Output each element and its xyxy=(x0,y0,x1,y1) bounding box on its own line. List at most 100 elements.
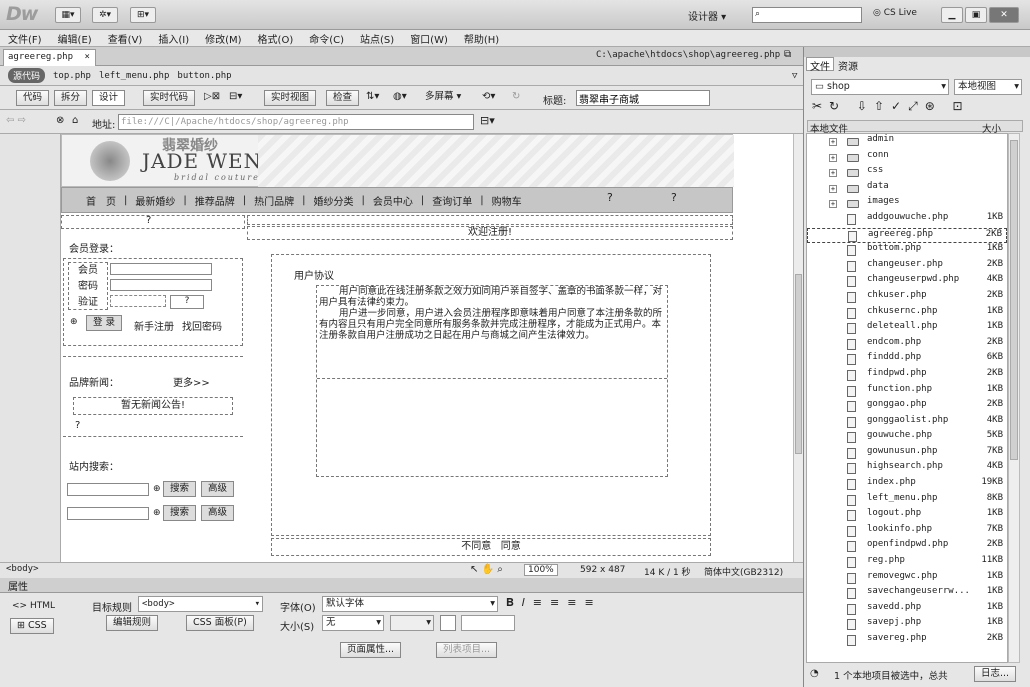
font-select[interactable]: 默认字体 ▾ xyxy=(322,596,498,612)
expand-icon[interactable]: + xyxy=(829,169,837,178)
nav-item[interactable]: 最新婚纱 xyxy=(135,193,175,208)
advanced-button-2[interactable]: 高级 xyxy=(201,505,235,521)
edit-rule-button[interactable]: 编辑规则 xyxy=(106,615,159,631)
file-row[interactable]: chkuser.php 2KB xyxy=(807,290,1007,306)
size-select[interactable]: 无 ▾ xyxy=(322,615,384,631)
minimize-button[interactable]: ▁ xyxy=(941,7,963,23)
file-row[interactable]: lookinfo.php 7KB xyxy=(807,524,1007,540)
more-link[interactable]: 更多>> xyxy=(173,374,210,389)
menu-item[interactable]: 修改(M) xyxy=(205,31,241,46)
related-file[interactable]: left_menu.php xyxy=(99,71,169,81)
file-row[interactable]: + data xyxy=(807,181,1007,197)
disagree-button[interactable]: 不同意 xyxy=(461,541,491,552)
html-tab[interactable]: <> HTML xyxy=(12,601,55,611)
title-input[interactable] xyxy=(576,90,710,106)
file-row[interactable]: + admin xyxy=(807,134,1007,150)
file-row[interactable]: savereg.php 2KB xyxy=(807,633,1007,649)
file-scrollbar[interactable] xyxy=(1008,133,1020,663)
menu-item[interactable]: 站点(S) xyxy=(360,31,394,46)
refresh-icon[interactable]: ↻ xyxy=(512,91,520,102)
file-row[interactable]: gonggao.php 2KB xyxy=(807,399,1007,415)
color-input[interactable] xyxy=(461,615,515,631)
member-input[interactable] xyxy=(110,263,212,275)
log-button[interactable]: 日志... xyxy=(974,666,1017,682)
advanced-button-1[interactable]: 高级 xyxy=(201,481,235,497)
live-view-button[interactable]: 实时视图 xyxy=(264,90,317,106)
maximize-button[interactable]: ▣ xyxy=(965,7,987,23)
code-view-button[interactable]: 代码 xyxy=(16,90,50,106)
expand-icon[interactable]: + xyxy=(829,200,837,209)
design-view-button[interactable]: 设计 xyxy=(92,90,126,106)
menu-item[interactable]: 编辑(E) xyxy=(58,31,92,46)
file-row[interactable]: gouwuche.php 5KB xyxy=(807,430,1007,446)
file-row[interactable]: openfindpwd.php 2KB xyxy=(807,539,1007,555)
file-row[interactable]: index.php 19KB xyxy=(807,477,1007,493)
login-button[interactable]: 登 录 xyxy=(86,315,123,331)
back-icon[interactable]: ⇦ ⇨ xyxy=(6,115,26,126)
menu-item[interactable]: 格式(O) xyxy=(258,31,294,46)
search-input-1[interactable] xyxy=(67,483,149,496)
agree-button[interactable]: 同意 xyxy=(501,541,521,552)
address-input[interactable] xyxy=(118,114,474,130)
inspect-icon[interactable]: ▷⊠ xyxy=(204,91,220,102)
verify-input[interactable] xyxy=(110,295,166,307)
browser-check-icon[interactable]: ⟲▾ xyxy=(482,91,495,102)
menu-item[interactable]: 插入(I) xyxy=(158,31,189,46)
file-row[interactable]: bottom.php 1KB xyxy=(807,243,1007,259)
workspace-switcher[interactable]: 设计器 ▾ xyxy=(688,8,726,23)
menu-item[interactable]: 窗口(W) xyxy=(410,31,448,46)
select-tool-icon[interactable]: ↖ ✋ ⌕ xyxy=(470,564,503,575)
cs-live-button[interactable]: ◎ CS Live xyxy=(873,8,917,18)
layout-icon[interactable]: ▦▾ xyxy=(55,7,81,23)
search-input[interactable]: ⌕ xyxy=(752,7,862,23)
expand-icon[interactable]: + xyxy=(829,184,837,193)
eye-icon[interactable]: ⊟▾ xyxy=(229,91,242,102)
register-link[interactable]: 新手注册 xyxy=(134,318,174,333)
search-button-2[interactable]: 搜索 xyxy=(163,505,197,521)
list-item-button[interactable]: 列表项目... xyxy=(436,642,498,658)
file-row[interactable]: deleteall.php 1KB xyxy=(807,321,1007,337)
related-file[interactable]: button.php xyxy=(177,71,231,81)
file-row[interactable]: chkusernc.php 1KB xyxy=(807,306,1007,322)
tag-selector[interactable]: <body> xyxy=(6,564,39,574)
file-row[interactable]: endcom.php 2KB xyxy=(807,337,1007,353)
file-mgmt-icon[interactable]: ⇅▾ xyxy=(366,91,379,102)
search-input-2[interactable] xyxy=(67,507,149,520)
nav-item[interactable]: 婚纱分类 xyxy=(314,193,354,208)
file-row[interactable]: reg.php 11KB xyxy=(807,555,1007,571)
assets-tab[interactable]: 资源 xyxy=(838,58,858,73)
size-unit-select[interactable]: ▾ xyxy=(390,615,434,631)
multiscreen-button[interactable]: 多屏幕 ▾ xyxy=(419,90,467,106)
gear-icon[interactable]: ✲▾ xyxy=(92,7,118,23)
color-picker[interactable] xyxy=(440,615,456,631)
search-button-1[interactable]: 搜索 xyxy=(163,481,197,497)
file-row[interactable]: function.php 1KB xyxy=(807,384,1007,400)
target-rule-select[interactable]: <body> ▾ xyxy=(138,596,263,612)
document-tab[interactable]: agreereg.php × xyxy=(3,49,96,66)
expand-icon[interactable]: + xyxy=(829,138,837,146)
site-icon[interactable]: ⊞▾ xyxy=(130,7,156,23)
globe-icon[interactable]: ◍▾ xyxy=(393,91,407,102)
filter-icon[interactable]: ▽ xyxy=(792,71,797,81)
view-select[interactable]: 本地视图 ▾ xyxy=(954,79,1022,95)
close-button[interactable]: ✕ xyxy=(989,7,1019,23)
file-row[interactable]: + conn xyxy=(807,150,1007,166)
file-row[interactable]: changeuser.php 2KB xyxy=(807,259,1007,275)
format-buttons[interactable]: 𝐁𝐼≡≡≡≡ xyxy=(506,596,602,610)
live-code-button[interactable]: 实时代码 xyxy=(143,90,196,106)
file-row[interactable]: gowunusun.php 7KB xyxy=(807,446,1007,462)
options-icon[interactable]: ⊟▾ xyxy=(480,114,495,127)
file-row[interactable]: savechangeuserrw... 1KB xyxy=(807,586,1007,602)
nav-item[interactable]: 热门品牌 xyxy=(254,193,294,208)
nav-item[interactable]: 首 页 xyxy=(86,193,116,208)
source-code-tab[interactable]: 源代码 xyxy=(8,68,46,83)
file-row[interactable]: savepj.php 1KB xyxy=(807,617,1007,633)
related-file[interactable]: top.php xyxy=(53,71,91,81)
split-view-button[interactable]: 拆分 xyxy=(54,90,88,106)
file-row[interactable]: + images xyxy=(807,196,1007,212)
file-row[interactable]: logout.php 1KB xyxy=(807,508,1007,524)
files-tab[interactable]: 文件 xyxy=(806,57,834,73)
page-properties-button[interactable]: 页面属性... xyxy=(340,642,402,658)
zoom-select[interactable]: 100% xyxy=(524,564,558,576)
menu-item[interactable]: 命令(C) xyxy=(309,31,344,46)
